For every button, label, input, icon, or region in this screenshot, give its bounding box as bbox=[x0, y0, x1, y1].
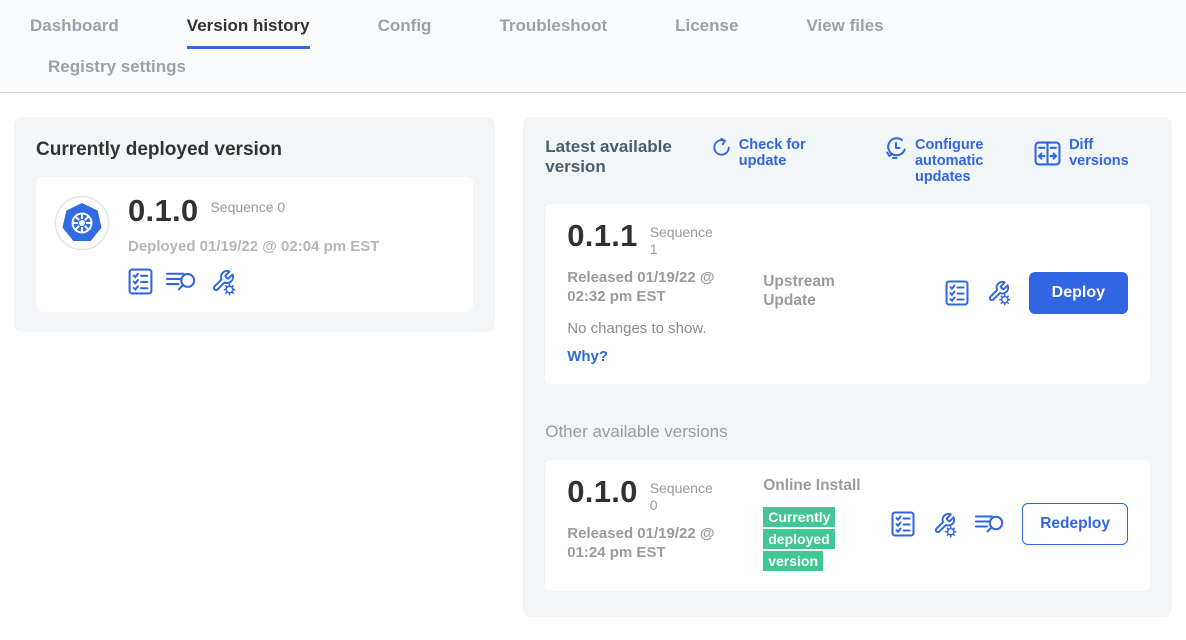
preflight-checks-icon[interactable] bbox=[128, 268, 153, 295]
currently-deployed-badge-text: Currently deployed version bbox=[763, 507, 835, 571]
edit-config-icon[interactable] bbox=[932, 511, 958, 538]
tab-view-files[interactable]: View files bbox=[806, 16, 883, 49]
latest-sequence-label: Sequence 1 bbox=[650, 224, 716, 259]
other-versions-title: Other available versions bbox=[545, 422, 1150, 442]
preflight-checks-icon[interactable] bbox=[945, 280, 969, 306]
changes-note: No changes to show. bbox=[567, 320, 763, 337]
latest-version-number: 0.1.1 bbox=[567, 220, 637, 253]
redeploy-button[interactable]: Redeploy bbox=[1022, 503, 1128, 545]
currently-deployed-panel: Currently deployed version bbox=[14, 117, 495, 332]
latest-version-card: 0.1.1 Sequence 1 Released 01/19/22 @ 02:… bbox=[545, 204, 1150, 384]
preflight-checks-icon[interactable] bbox=[891, 511, 915, 537]
main-content: Currently deployed version bbox=[0, 93, 1186, 617]
currently-deployed-badge: Currently deployed version bbox=[763, 507, 845, 573]
deploy-logs-icon[interactable] bbox=[166, 269, 197, 294]
other-released-timestamp: Released 01/19/22 @ 01:24 pm EST bbox=[567, 524, 753, 563]
nav-row-1: Dashboard Version history Config Trouble… bbox=[30, 16, 1186, 49]
tab-version-history[interactable]: Version history bbox=[187, 16, 310, 49]
check-for-update-label: Check for update bbox=[739, 137, 849, 169]
other-version-source-block: Online Install Currently deployed versio… bbox=[763, 476, 891, 573]
configure-automatic-updates-link[interactable]: Configure automatic updates bbox=[885, 137, 1034, 186]
other-version-source: Online Install bbox=[763, 476, 891, 495]
schedule-update-icon bbox=[885, 137, 907, 161]
deployed-version-card: 0.1.0 Sequence 0 Deployed 01/19/22 @ 02:… bbox=[36, 177, 473, 312]
deployed-timestamp: Deployed 01/19/22 @ 02:04 pm EST bbox=[128, 238, 379, 255]
nav-row-2: Registry settings bbox=[30, 49, 1186, 92]
latest-available-title: Latest available version bbox=[545, 137, 687, 178]
latest-available-panel: Latest available version Check for updat… bbox=[523, 117, 1172, 617]
check-for-update-link[interactable]: Check for update bbox=[711, 137, 849, 169]
other-version-actions: Redeploy bbox=[891, 476, 1128, 573]
other-sequence-label: Sequence 0 bbox=[650, 480, 716, 515]
other-version-number: 0.1.0 bbox=[567, 476, 637, 509]
tab-troubleshoot[interactable]: Troubleshoot bbox=[499, 16, 607, 49]
tab-registry-settings[interactable]: Registry settings bbox=[48, 57, 186, 89]
edit-config-icon[interactable] bbox=[986, 279, 1012, 306]
kubernetes-logo-icon bbox=[54, 195, 110, 251]
currently-deployed-title: Currently deployed version bbox=[36, 139, 473, 161]
deploy-logs-icon[interactable] bbox=[975, 512, 1005, 536]
tab-license[interactable]: License bbox=[675, 16, 738, 49]
deploy-button[interactable]: Deploy bbox=[1029, 272, 1128, 314]
deployed-sequence-label: Sequence 0 bbox=[210, 199, 285, 217]
deployed-version-number: 0.1.0 bbox=[128, 195, 198, 228]
top-nav: Dashboard Version history Config Trouble… bbox=[0, 0, 1186, 93]
latest-version-actions: Deploy bbox=[945, 220, 1128, 366]
other-version-card: 0.1.0 Sequence 0 Released 01/19/22 @ 01:… bbox=[545, 460, 1150, 591]
latest-version-source: Upstream Update bbox=[763, 272, 891, 366]
diff-versions-link[interactable]: Diff versions bbox=[1034, 137, 1150, 169]
why-link[interactable]: Why? bbox=[567, 348, 608, 365]
other-version-info: 0.1.0 Sequence 0 Released 01/19/22 @ 01:… bbox=[567, 476, 763, 573]
edit-config-icon[interactable] bbox=[210, 268, 237, 296]
deployed-version-info: 0.1.0 Sequence 0 Deployed 01/19/22 @ 02:… bbox=[128, 195, 379, 296]
diff-icon bbox=[1034, 141, 1061, 166]
diff-versions-label: Diff versions bbox=[1069, 137, 1150, 169]
refresh-icon bbox=[711, 137, 731, 159]
latest-released-timestamp: Released 01/19/22 @ 02:32 pm EST bbox=[567, 268, 753, 307]
tab-dashboard[interactable]: Dashboard bbox=[30, 16, 119, 49]
configure-automatic-updates-label: Configure automatic updates bbox=[915, 137, 1034, 186]
latest-version-info: 0.1.1 Sequence 1 Released 01/19/22 @ 02:… bbox=[567, 220, 763, 366]
tab-config[interactable]: Config bbox=[378, 16, 432, 49]
latest-panel-header: Latest available version Check for updat… bbox=[545, 137, 1150, 186]
